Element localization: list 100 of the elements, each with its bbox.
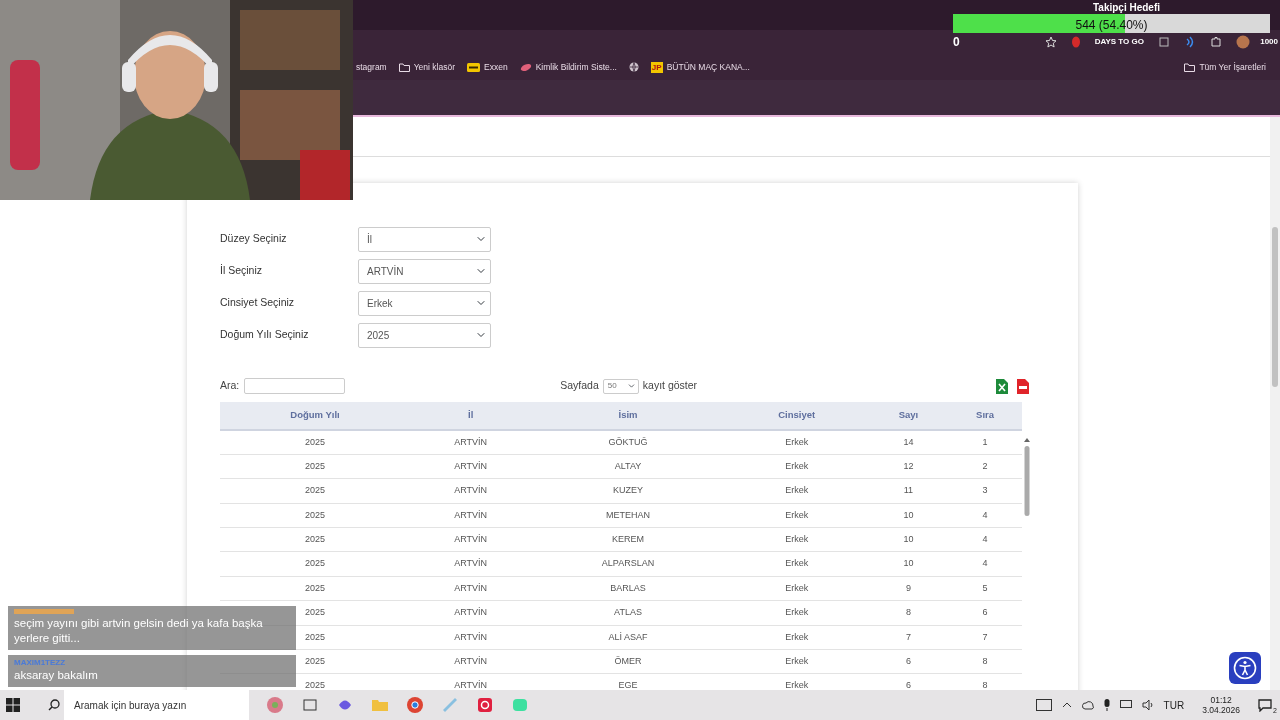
table-cell: 7 [948, 625, 1022, 650]
excel-icon[interactable] [996, 378, 1008, 394]
record-icon[interactable] [476, 696, 494, 714]
clock-date[interactable]: 3.04.2026 [1202, 705, 1240, 716]
microphone-icon[interactable] [1103, 699, 1110, 711]
chevron-up-icon[interactable] [1061, 702, 1072, 708]
bookmark-link[interactable]: stagram [356, 60, 387, 74]
network-icon[interactable] [1119, 700, 1132, 710]
search-icon [48, 699, 60, 711]
table-cell: 7 [868, 625, 949, 650]
task-view-icon[interactable] [301, 696, 319, 714]
table-cell: Erkek [724, 454, 869, 479]
wifi-icon[interactable] [1184, 36, 1196, 48]
table-cell: 1 [948, 430, 1022, 455]
bookmark-link[interactable]: Kimlik Bildirim Siste... [535, 60, 617, 74]
table-cell: KUZEY [531, 478, 725, 504]
chrome-icon[interactable] [406, 696, 424, 714]
table-cell: Erkek [724, 649, 869, 674]
table-cell: BARLAS [531, 576, 725, 601]
star-icon[interactable] [1044, 36, 1057, 48]
column-header[interactable]: İl [410, 402, 532, 430]
chat-username: MAXIM1TEZZ [14, 657, 67, 669]
table-cell: 2025 [220, 503, 411, 528]
table-cell: ATLAS [531, 600, 725, 626]
table-cell: Erkek [724, 625, 869, 650]
column-header[interactable]: Sıra [948, 402, 1022, 430]
table-cell: 10 [868, 503, 949, 528]
table-cell: 8 [868, 600, 949, 626]
table-cell: 9 [868, 576, 949, 601]
table-cell: 2025 [220, 576, 411, 601]
table-cell: ÖMER [531, 649, 725, 674]
field-label: İl Seçiniz [220, 263, 263, 279]
table-cell: KEREM [531, 527, 725, 552]
all-bookmarks-link[interactable]: Tüm Yer İşaretleri [1199, 60, 1266, 74]
table-cell: GÖKTUĞ [531, 430, 725, 455]
column-header[interactable]: Sayı [868, 402, 949, 430]
table-cell: Erkek [724, 478, 869, 504]
page-scrollbar[interactable] [1270, 117, 1280, 690]
dropdown[interactable]: ARTVİN [358, 258, 491, 284]
table-cell: 2 [948, 454, 1022, 479]
username-mark [14, 608, 74, 614]
accessibility-button[interactable] [1229, 652, 1261, 684]
folder-icon [1184, 62, 1196, 72]
dropdown[interactable]: 2025 [358, 322, 491, 348]
pdf-icon[interactable] [1017, 378, 1029, 394]
table-cell: 10 [868, 527, 949, 552]
table-cell: 4 [948, 551, 1022, 577]
page-size-dropdown[interactable]: 50 [602, 378, 639, 394]
extension-icon[interactable] [1070, 36, 1081, 48]
table-cell: METEHAN [531, 503, 725, 528]
table-cell: 6 [868, 649, 949, 674]
bookmark-link[interactable]: BÜTÜN MAÇ KANA... [666, 60, 750, 74]
column-header[interactable]: Cinsiyet [724, 402, 869, 430]
table-cell: 4 [948, 527, 1022, 552]
dropdown[interactable]: İl [358, 226, 491, 252]
extension-icon[interactable] [1158, 36, 1170, 48]
field-label: Cinsiyet Seçiniz [220, 295, 296, 311]
table-cell: ARTVİN [410, 454, 532, 479]
table-cell: ARTVİN [410, 600, 532, 626]
bookmark-logo-icon [467, 62, 480, 72]
goal-min: 0 [953, 33, 960, 51]
bookmark-link[interactable]: Exxen [484, 60, 508, 74]
table-cell: Erkek [724, 503, 869, 528]
table-cell: ALİ ASAF [531, 625, 725, 650]
table-cell: ARTVİN [410, 430, 532, 455]
bookmark-link[interactable]: Yeni klasör [413, 60, 455, 74]
goal-max: 1000 [1260, 35, 1278, 48]
bookmark-badge: JP [650, 61, 663, 73]
news-icon[interactable] [1035, 699, 1052, 711]
avatar-icon[interactable] [1236, 35, 1250, 49]
search-label: Ara: [220, 378, 240, 394]
table-cell: 10 [868, 551, 949, 577]
cloud-icon[interactable] [1081, 700, 1094, 710]
start-icon[interactable] [6, 698, 20, 712]
table-cell: 3 [948, 478, 1022, 504]
countdown-text: DAYS TO GO [1094, 36, 1144, 48]
globe-icon[interactable] [628, 62, 639, 72]
table-cell: Erkek [724, 551, 869, 577]
table-cell: ARTVİN [410, 576, 532, 601]
table-cell: 2025 [220, 478, 411, 504]
column-header[interactable]: İsim [531, 402, 725, 430]
column-header[interactable]: Doğum Yılı [220, 402, 411, 430]
table-cell: ALPARSLAN [531, 551, 725, 577]
speaker-icon[interactable] [1141, 700, 1154, 710]
page-size-label: Sayfada [560, 378, 599, 394]
language-indicator[interactable]: TUR [1163, 697, 1185, 713]
taskbar-search-field[interactable]: Aramak için buraya yazın [64, 690, 249, 720]
page-size-label: kayıt göster [642, 378, 698, 394]
table-cell: 6 [948, 600, 1022, 626]
field-label: Doğum Yılı Seçiniz [220, 327, 310, 343]
table-cell: 2025 [220, 551, 411, 577]
table-cell: 14 [868, 430, 949, 455]
table-scrollbar[interactable] [1024, 438, 1030, 518]
notification-icon[interactable] [1258, 698, 1272, 712]
table-cell: ARTVİN [410, 503, 532, 528]
search-field[interactable] [244, 378, 346, 394]
dropdown[interactable]: Erkek [358, 290, 491, 316]
table-cell: Erkek [724, 576, 869, 601]
clock-time[interactable]: 01:12 [1210, 694, 1232, 705]
table-cell: ARTVİN [410, 478, 532, 504]
